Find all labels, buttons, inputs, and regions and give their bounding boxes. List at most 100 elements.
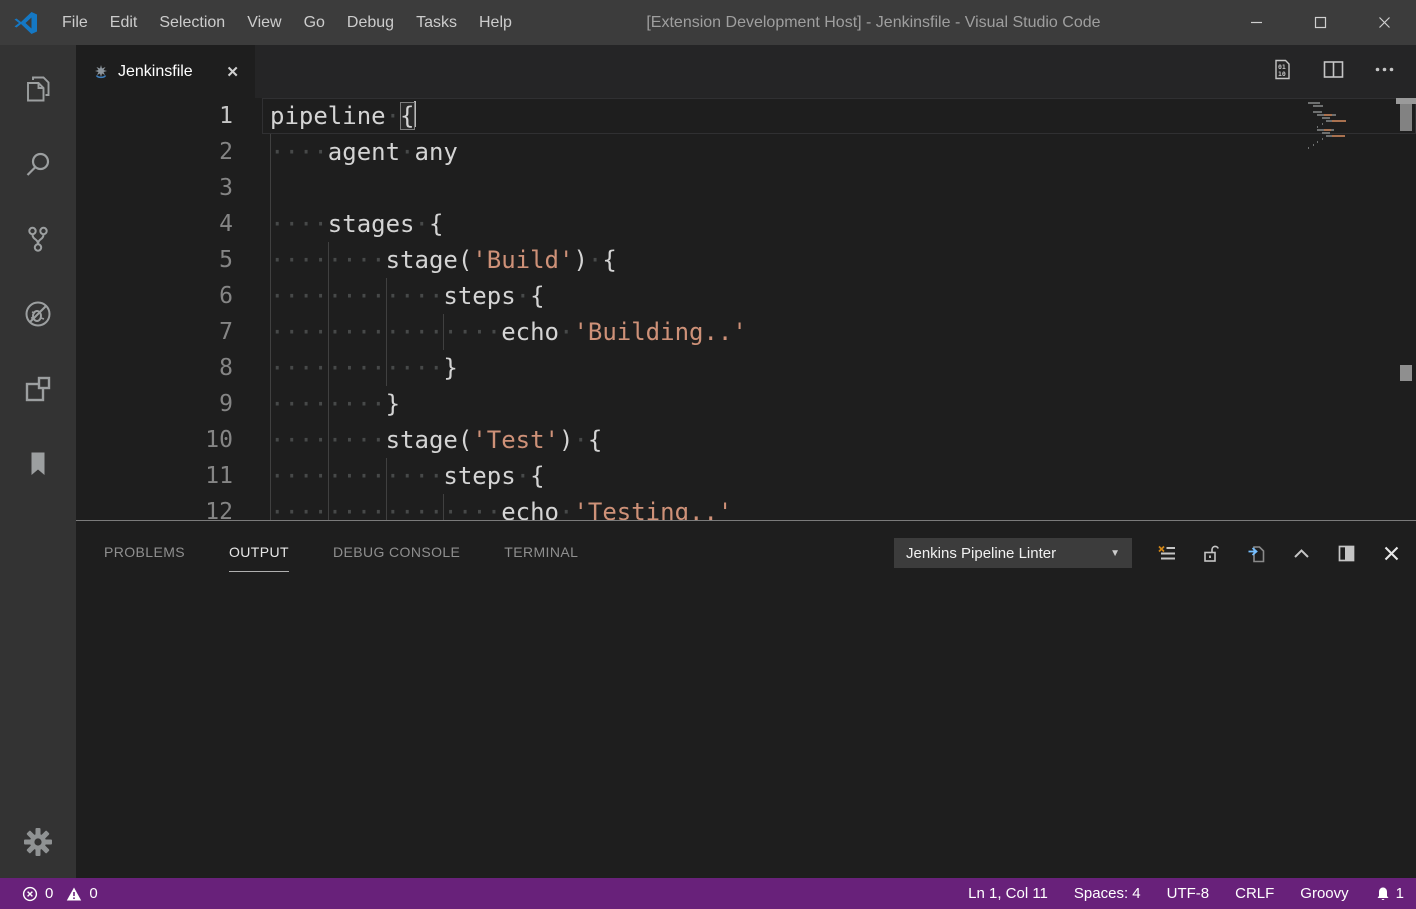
editor-scrollbar[interactable] bbox=[1396, 98, 1416, 520]
code-line-3[interactable]: 3 bbox=[76, 170, 1416, 206]
editor-tab-bar: Jenkinsfile ✕ 01 10 bbox=[76, 45, 1416, 98]
minimize-icon[interactable] bbox=[1224, 0, 1288, 45]
problems-status[interactable]: 0 0 bbox=[12, 885, 98, 902]
search-icon[interactable] bbox=[0, 126, 76, 201]
menu-item-file[interactable]: File bbox=[51, 0, 99, 45]
code-token: { bbox=[530, 282, 544, 310]
code-editor[interactable]: 1pipeline·{2····agent·any34····stages·{5… bbox=[76, 98, 1416, 521]
code-line-5[interactable]: 5········stage('Build')·{ bbox=[76, 242, 1416, 278]
split-editor-icon[interactable] bbox=[1322, 58, 1345, 86]
code-line-8[interactable]: 8············} bbox=[76, 350, 1416, 386]
line-number: 5 bbox=[76, 242, 233, 278]
scrollbar-thumb[interactable] bbox=[1400, 104, 1412, 131]
panel-tab-terminal[interactable]: TERMINAL bbox=[504, 544, 578, 562]
minimap[interactable] bbox=[1308, 102, 1394, 150]
notifications-bell[interactable]: 1 bbox=[1375, 885, 1404, 902]
status-item-utf-8[interactable]: UTF-8 bbox=[1167, 885, 1210, 902]
line-number: 7 bbox=[76, 314, 233, 350]
code-line-4[interactable]: 4····stages·{ bbox=[76, 206, 1416, 242]
line-number: 8 bbox=[76, 350, 233, 386]
debug-disabled-icon[interactable] bbox=[0, 276, 76, 351]
code-token: pipeline bbox=[270, 102, 386, 130]
minimap-line bbox=[1308, 144, 1394, 146]
menu-item-view[interactable]: View bbox=[236, 0, 292, 45]
code-line-12[interactable]: 12················echo·'Testing..' bbox=[76, 494, 1416, 521]
status-item-crlf[interactable]: CRLF bbox=[1235, 885, 1274, 902]
warning-count: 0 bbox=[89, 885, 97, 902]
menu-item-tasks[interactable]: Tasks bbox=[405, 0, 468, 45]
code-text: ················echo·'Building..' bbox=[270, 314, 747, 350]
menu-item-debug[interactable]: Debug bbox=[336, 0, 405, 45]
code-line-1[interactable]: 1pipeline·{ bbox=[76, 98, 1416, 134]
output-panel-content[interactable] bbox=[76, 585, 1416, 878]
code-line-11[interactable]: 11············steps·{ bbox=[76, 458, 1416, 494]
code-line-2[interactable]: 2····agent·any bbox=[76, 134, 1416, 170]
whitespace-dots: · bbox=[516, 282, 530, 310]
panel-tab-problems[interactable]: PROBLEMS bbox=[104, 544, 185, 562]
panel-tab-output[interactable]: OUTPUT bbox=[229, 544, 289, 562]
close-panel-icon[interactable] bbox=[1381, 543, 1402, 564]
code-text: pipeline·{ bbox=[270, 98, 416, 134]
status-item-ln-1-col-11[interactable]: Ln 1, Col 11 bbox=[968, 885, 1048, 902]
tab-close-icon[interactable]: ✕ bbox=[222, 61, 243, 83]
code-line-9[interactable]: 9········} bbox=[76, 386, 1416, 422]
minimap-line bbox=[1308, 141, 1394, 143]
code-token: agent bbox=[328, 138, 400, 166]
status-bar: 0 0 Ln 1, Col 11 Spaces: 4 UTF-8 CRLF Groovy… bbox=[0, 878, 1416, 909]
panel-layout-icon[interactable] bbox=[1336, 543, 1357, 564]
more-actions-icon[interactable] bbox=[1373, 58, 1396, 86]
maximize-icon[interactable] bbox=[1288, 0, 1352, 45]
minimap-line bbox=[1308, 129, 1394, 131]
whitespace-dots: ········ bbox=[270, 246, 386, 274]
notification-count: 1 bbox=[1396, 885, 1404, 902]
output-channel-select[interactable]: Jenkins Pipeline Linter ▼ bbox=[894, 538, 1132, 568]
tab-label: Jenkinsfile bbox=[118, 63, 222, 81]
menu-item-edit[interactable]: Edit bbox=[99, 0, 149, 45]
maximize-panel-icon[interactable] bbox=[1291, 543, 1312, 564]
extensions-icon[interactable] bbox=[0, 351, 76, 426]
matched-bracket: { bbox=[400, 102, 414, 130]
minimap-line bbox=[1308, 105, 1394, 107]
code-token: stages bbox=[328, 210, 415, 238]
indent-guide bbox=[270, 170, 271, 206]
status-item-spaces-4[interactable]: Spaces: 4 bbox=[1074, 885, 1141, 902]
menu-item-go[interactable]: Go bbox=[293, 0, 336, 45]
menu-item-help[interactable]: Help bbox=[468, 0, 523, 45]
code-token: echo bbox=[501, 318, 559, 346]
bookmarks-icon[interactable] bbox=[0, 426, 76, 501]
explorer-icon[interactable] bbox=[0, 51, 76, 126]
source-control-icon[interactable] bbox=[0, 201, 76, 276]
whitespace-dots: ············ bbox=[270, 462, 443, 490]
whitespace-dots: · bbox=[559, 498, 573, 521]
code-token: steps bbox=[443, 282, 515, 310]
open-output-in-editor-icon[interactable] bbox=[1246, 543, 1267, 564]
panel-tab-debug-console[interactable]: DEBUG CONSOLE bbox=[333, 544, 460, 562]
panel-tabs: PROBLEMS OUTPUT DEBUG CONSOLE TERMINAL bbox=[104, 544, 578, 562]
line-number: 2 bbox=[76, 134, 233, 170]
editor-actions: 01 10 bbox=[1271, 45, 1416, 98]
code-token: { bbox=[429, 210, 443, 238]
settings-gear-icon[interactable] bbox=[0, 806, 76, 878]
jenkins-file-icon bbox=[92, 63, 110, 81]
bell-icon bbox=[1375, 886, 1391, 902]
minimap-line bbox=[1308, 111, 1394, 113]
minimap-line bbox=[1308, 138, 1394, 140]
status-item-groovy[interactable]: Groovy bbox=[1300, 885, 1348, 902]
overview-ruler-decoration bbox=[1400, 365, 1412, 381]
code-token: } bbox=[443, 354, 457, 382]
scroll-lock-icon[interactable] bbox=[1201, 543, 1222, 564]
close-icon[interactable] bbox=[1352, 0, 1416, 45]
code-line-6[interactable]: 6············steps·{ bbox=[76, 278, 1416, 314]
code-token: } bbox=[386, 390, 400, 418]
warning-icon bbox=[66, 886, 82, 902]
code-line-10[interactable]: 10········stage('Test')·{ bbox=[76, 422, 1416, 458]
window-title: [Extension Development Host] - Jenkinsfi… bbox=[523, 14, 1224, 32]
clear-output-icon[interactable] bbox=[1156, 543, 1177, 564]
menu-item-selection[interactable]: Selection bbox=[148, 0, 236, 45]
line-number: 11 bbox=[76, 458, 233, 494]
validate-jenkinsfile-icon[interactable]: 01 10 bbox=[1271, 58, 1294, 86]
minimap-line bbox=[1308, 123, 1394, 125]
code-text: ················echo·'Testing..' bbox=[270, 494, 732, 521]
tab-jenkinsfile[interactable]: Jenkinsfile ✕ bbox=[76, 45, 255, 98]
code-line-7[interactable]: 7 ················echo·'Building..' bbox=[76, 314, 1416, 350]
